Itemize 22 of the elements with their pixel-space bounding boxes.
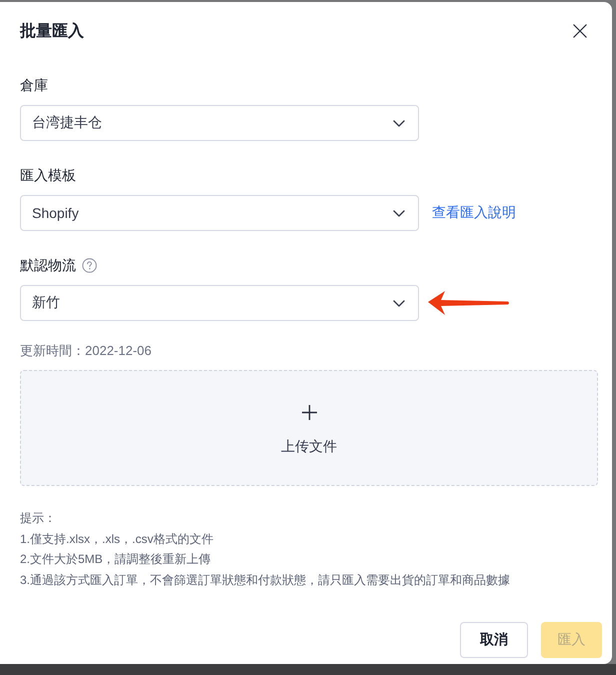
dialog-title: 批量匯入 <box>20 21 84 42</box>
hint-line: 3.通過該方式匯入訂單，不會篩選訂單狀態和付款狀態，請只匯入需要出貨的訂單和商品數據 <box>20 572 510 588</box>
update-time-text: 更新時間：2022-12-06 <box>20 342 152 360</box>
select-dropdown[interactable]: Shopify <box>20 195 419 231</box>
chevron-down-icon <box>393 300 405 306</box>
field-label: 匯入模板 <box>20 166 76 185</box>
upload-dropzone[interactable]: 上传文件 <box>20 370 598 486</box>
plus-icon <box>302 405 316 420</box>
field-label: 倉庫 <box>20 76 48 95</box>
select-dropdown[interactable]: 新竹 <box>20 285 419 321</box>
upload-label: 上传文件 <box>281 438 337 456</box>
chevron-down-icon <box>393 210 405 216</box>
chevron-down-icon <box>393 120 405 126</box>
hint-line: 1.僅支持.xlsx，.xls，.csv格式的文件 <box>20 530 214 548</box>
hint-line: 2.文件大於5MB，請調整後重新上傳 <box>20 551 211 568</box>
cancel-button[interactable]: 取消 <box>460 622 528 658</box>
select-dropdown[interactable]: 台湾捷丰仓 <box>20 105 419 141</box>
field-label: 默認物流 <box>20 256 76 275</box>
close-icon[interactable] <box>573 24 587 38</box>
import-guide-link[interactable]: 查看匯入說明 <box>432 204 516 222</box>
hint-title: 提示： <box>20 510 56 527</box>
help-icon[interactable] <box>82 258 97 272</box>
